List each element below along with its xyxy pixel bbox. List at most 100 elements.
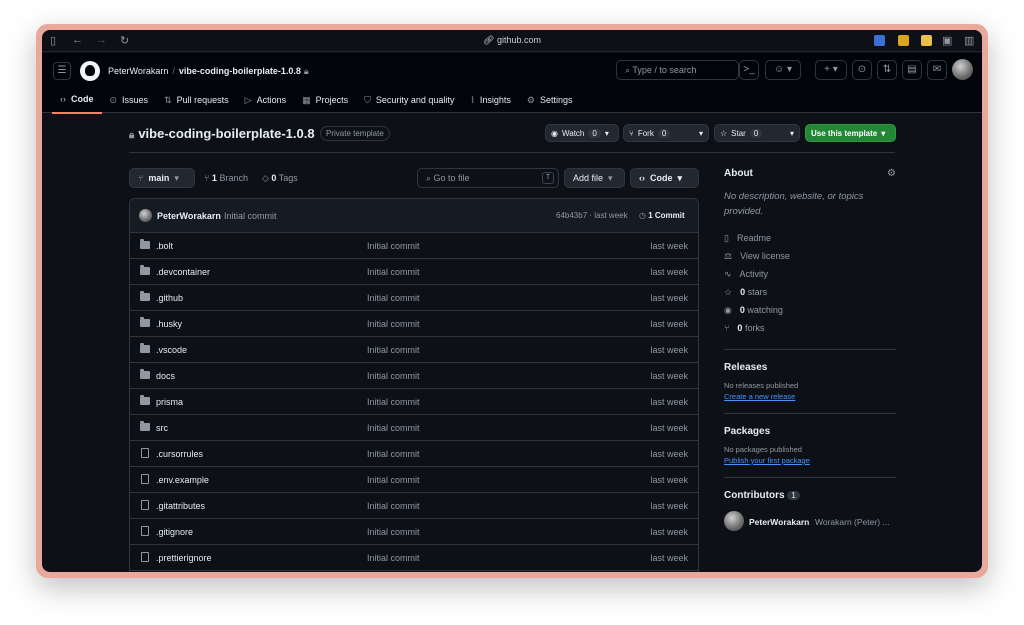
file-commit-message[interactable]: Initial commit [367, 423, 420, 433]
table-row[interactable]: .gitignore Initial commit last week [130, 519, 698, 545]
tab-code[interactable]: ‹› Code [52, 91, 102, 114]
table-row[interactable]: .devcontainer Initial commit last week [130, 259, 698, 285]
repositories-icon[interactable]: ▤ [902, 60, 922, 80]
file-name[interactable]: .cursorrules [156, 449, 203, 459]
fork-button[interactable]: ⑂ Fork 0 ▾ [623, 124, 709, 142]
table-row[interactable]: .cursorrules Initial commit last week [130, 441, 698, 467]
releases-heading[interactable]: Releases [724, 362, 896, 373]
tab-overview-icon[interactable]: ▣ [942, 34, 952, 47]
table-row[interactable]: .vscode Initial commit last week [130, 337, 698, 363]
file-name[interactable]: .gitattributes [156, 501, 205, 511]
copilot-button[interactable]: ☺ ▾ [765, 60, 801, 80]
file-name[interactable]: .vscode [156, 345, 187, 355]
file-commit-message[interactable]: Initial commit [367, 527, 420, 537]
file-commit-message[interactable]: Initial commit [367, 267, 420, 277]
file-commit-message[interactable]: Initial commit [367, 371, 420, 381]
commit-count[interactable]: ◷ 1 Commit [639, 211, 685, 220]
file-name[interactable]: .env.example [156, 475, 209, 485]
branches-link[interactable]: ⑂ 1 Branch [204, 173, 248, 183]
table-row[interactable]: .prettierignore Initial commit last week [130, 545, 698, 571]
about-links: ▯ Readme ⚖ View license ∿ Activity ☆ 0 stars… [724, 229, 896, 337]
breadcrumb-owner[interactable]: PeterWorakarn [108, 66, 168, 76]
table-row[interactable]: src Initial commit last week [130, 415, 698, 441]
watch-button[interactable]: ◉ Watch 0 ▾ [545, 124, 619, 142]
split-view-icon[interactable]: ▥ [964, 34, 974, 47]
breadcrumb-repo[interactable]: vibe-coding-boilerplate-1.0.8 [179, 66, 301, 76]
file-commit-message[interactable]: Initial commit [367, 241, 420, 251]
command-palette-button[interactable]: >_ [739, 60, 759, 80]
url-bar[interactable]: 🔗︎ github.com [42, 35, 982, 46]
activity-link[interactable]: ∿ Activity [724, 265, 896, 283]
tab-insights[interactable]: ⌇ Insights [462, 91, 518, 114]
extension-icon[interactable] [898, 35, 909, 46]
tab-issues[interactable]: ⊙ Issues [102, 91, 157, 114]
file-name[interactable]: .husky [156, 319, 182, 329]
file-commit-message[interactable]: Initial commit [367, 449, 420, 459]
extension-icon[interactable] [921, 35, 932, 46]
tab-pull-requests[interactable]: ⇅ Pull requests [156, 91, 237, 114]
commit-hash[interactable]: 64b43b7 · last week [556, 211, 628, 220]
commit-author[interactable]: PeterWorakarn [157, 211, 221, 221]
file-name[interactable]: .devcontainer [156, 267, 210, 277]
search-input[interactable]: ⌕ Type / to search [616, 60, 739, 80]
pull-requests-icon[interactable]: ⇅ [877, 60, 897, 80]
folder-icon [140, 291, 150, 301]
file-name[interactable]: prisma [156, 397, 183, 407]
issues-icon[interactable]: ⊙ [852, 60, 872, 80]
packages-heading[interactable]: Packages [724, 426, 896, 437]
file-name[interactable]: docs [156, 371, 175, 381]
tab-actions[interactable]: ▷ Actions [237, 91, 294, 114]
inbox-icon[interactable]: ✉ [927, 60, 947, 80]
file-name[interactable]: .github [156, 293, 183, 303]
extension-icon[interactable] [874, 35, 885, 46]
tab-settings[interactable]: ⚙ Settings [519, 91, 581, 114]
table-row[interactable]: .bolt Initial commit last week [130, 233, 698, 259]
file-name[interactable]: src [156, 423, 168, 433]
stars-link[interactable]: ☆ 0 stars [724, 283, 896, 301]
table-row[interactable]: .gitattributes Initial commit last week [130, 493, 698, 519]
use-template-button[interactable]: Use this template ▾ [805, 124, 896, 142]
forks-link[interactable]: ⑂ 0 forks [724, 319, 896, 337]
file-name[interactable]: .gitignore [156, 527, 193, 537]
license-link[interactable]: ⚖ View license [724, 247, 896, 265]
branch-selector[interactable]: ⑂ main ▾ [129, 168, 195, 188]
create-release-link[interactable]: Create a new release [724, 392, 896, 401]
commit-message[interactable]: Initial commit [224, 211, 277, 221]
file-date: last week [650, 293, 688, 303]
table-row[interactable]: .github Initial commit last week [130, 285, 698, 311]
file-commit-message[interactable]: Initial commit [367, 319, 420, 329]
file-commit-message[interactable]: Initial commit [367, 293, 420, 303]
github-logo-icon[interactable] [80, 61, 100, 81]
menu-icon[interactable]: ☰ [53, 62, 71, 80]
code-button[interactable]: ‹› Code ▾ [630, 168, 699, 188]
file-commit-message[interactable]: Initial commit [367, 475, 420, 485]
create-new-button[interactable]: + ▾ [815, 60, 847, 80]
watchers-link[interactable]: ◉ 0 watching [724, 301, 896, 319]
file-name[interactable]: .prettierignore [156, 553, 212, 563]
gear-icon[interactable]: ⚙ [887, 168, 896, 179]
add-file-button[interactable]: Add file ▾ [564, 168, 625, 188]
go-to-file-input[interactable]: ⌕ Go to file T [417, 168, 559, 188]
table-row[interactable]: prisma Initial commit last week [130, 389, 698, 415]
table-row[interactable]: .env.example Initial commit last week [130, 467, 698, 493]
star-button[interactable]: ☆ Star 0 ▾ [714, 124, 800, 142]
file-commit-message[interactable]: Initial commit [367, 397, 420, 407]
contributors-heading[interactable]: Contributors 1 [724, 490, 896, 501]
tags-link[interactable]: ◇ 0 Tags [262, 173, 298, 184]
fork-icon: ⑂ [724, 323, 730, 333]
file-commit-message[interactable]: Initial commit [367, 345, 420, 355]
file-commit-message[interactable]: Initial commit [367, 553, 420, 563]
tab-security[interactable]: ⛉ Security and quality [356, 91, 462, 114]
star-icon: ☆ [724, 286, 733, 297]
publish-package-link[interactable]: Publish your first package [724, 456, 896, 465]
file-date: last week [650, 241, 688, 251]
avatar[interactable] [952, 59, 973, 80]
file-name[interactable]: .bolt [156, 241, 173, 251]
breadcrumb: PeterWorakarn / vibe-coding-boilerplate-1.… [108, 66, 309, 76]
table-row[interactable]: docs Initial commit last week [130, 363, 698, 389]
table-row[interactable]: .husky Initial commit last week [130, 311, 698, 337]
readme-link[interactable]: ▯ Readme [724, 229, 896, 247]
tab-projects[interactable]: ▦ Projects [294, 91, 356, 114]
file-commit-message[interactable]: Initial commit [367, 501, 420, 511]
contributor-item[interactable]: PeterWorakarn Worakarn (Peter) ... [724, 511, 896, 535]
